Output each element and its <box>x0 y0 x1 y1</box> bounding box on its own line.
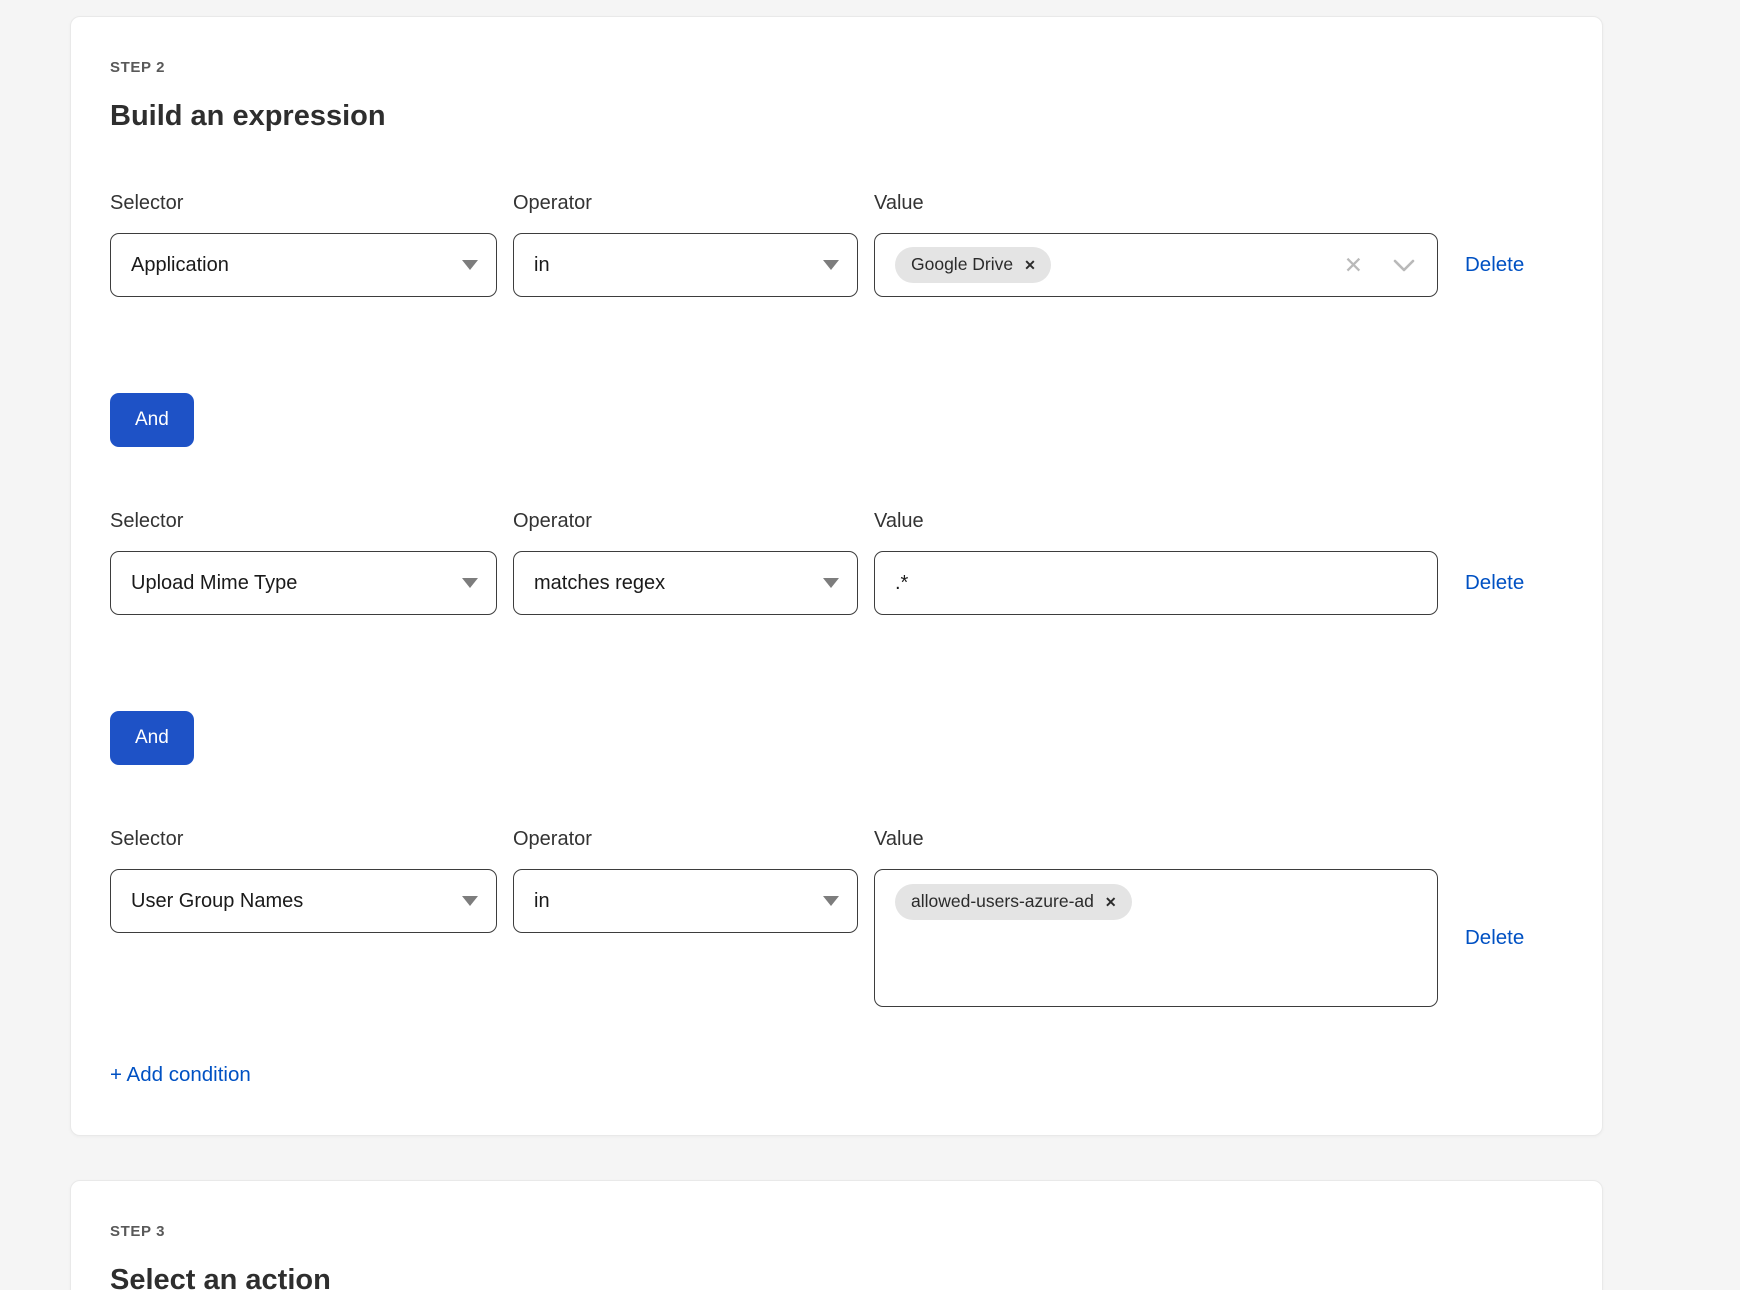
value-multiselect[interactable]: allowed-users-azure-ad ✕ <box>874 869 1438 1007</box>
value-multiselect[interactable]: Google Drive ✕ ✕ <box>874 233 1438 297</box>
caret-down-icon <box>823 578 839 588</box>
condition-row: Selector Operator Value Upload Mime Type… <box>110 509 1562 615</box>
operator-dropdown-value: in <box>534 890 550 913</box>
operator-dropdown-value: in <box>534 254 550 277</box>
caret-down-icon <box>823 260 839 270</box>
operator-dropdown[interactable]: matches regex <box>513 551 858 615</box>
chevron-down-icon[interactable] <box>1393 259 1415 272</box>
select-action-title: Select an action <box>110 1263 1562 1290</box>
value-tag: allowed-users-azure-ad ✕ <box>895 884 1132 920</box>
value-column-label: Value <box>874 191 1438 215</box>
delete-condition-link[interactable]: Delete <box>1465 253 1524 276</box>
add-condition-link[interactable]: + Add condition <box>110 1063 251 1086</box>
condition-row: Selector Operator Value User Group Names… <box>110 827 1562 1007</box>
selector-dropdown-value: Application <box>131 254 229 277</box>
value-field[interactable] <box>874 551 1438 615</box>
operator-dropdown-value: matches regex <box>534 572 665 595</box>
operator-column-label: Operator <box>513 509 858 533</box>
value-input[interactable] <box>895 572 1419 595</box>
selector-dropdown[interactable]: Upload Mime Type <box>110 551 497 615</box>
tag-remove-icon[interactable]: ✕ <box>1105 895 1117 909</box>
and-button[interactable]: And <box>110 711 194 765</box>
value-column-label: Value <box>874 509 1438 533</box>
selector-dropdown[interactable]: User Group Names <box>110 869 497 933</box>
value-column-label: Value <box>874 827 1438 851</box>
clear-icon[interactable]: ✕ <box>1344 254 1363 277</box>
operator-column-label: Operator <box>513 827 858 851</box>
build-expression-title: Build an expression <box>110 99 1562 133</box>
delete-condition-link[interactable]: Delete <box>1465 926 1524 949</box>
selector-dropdown[interactable]: Application <box>110 233 497 297</box>
caret-down-icon <box>462 896 478 906</box>
value-controls: ✕ <box>1344 254 1419 277</box>
operator-dropdown[interactable]: in <box>513 869 858 933</box>
selector-dropdown-value: User Group Names <box>131 890 303 913</box>
caret-down-icon <box>462 578 478 588</box>
value-tag-label: allowed-users-azure-ad <box>911 891 1094 912</box>
build-expression-card: STEP 2 Build an expression Selector Oper… <box>70 16 1603 1136</box>
step-3-label: STEP 3 <box>110 1223 1562 1241</box>
and-button[interactable]: And <box>110 393 194 447</box>
operator-column-label: Operator <box>513 191 858 215</box>
delete-condition-link[interactable]: Delete <box>1465 571 1524 594</box>
selector-column-label: Selector <box>110 191 497 215</box>
operator-dropdown[interactable]: in <box>513 233 858 297</box>
value-tag: Google Drive ✕ <box>895 247 1051 283</box>
tag-remove-icon[interactable]: ✕ <box>1024 258 1036 272</box>
caret-down-icon <box>823 896 839 906</box>
selector-dropdown-value: Upload Mime Type <box>131 572 297 595</box>
step-2-label: STEP 2 <box>110 59 1562 77</box>
condition-row: Selector Operator Value Application in G… <box>110 191 1562 297</box>
value-tag-label: Google Drive <box>911 254 1013 275</box>
caret-down-icon <box>462 260 478 270</box>
selector-column-label: Selector <box>110 509 497 533</box>
selector-column-label: Selector <box>110 827 497 851</box>
select-action-card: STEP 3 Select an action <box>70 1180 1603 1290</box>
